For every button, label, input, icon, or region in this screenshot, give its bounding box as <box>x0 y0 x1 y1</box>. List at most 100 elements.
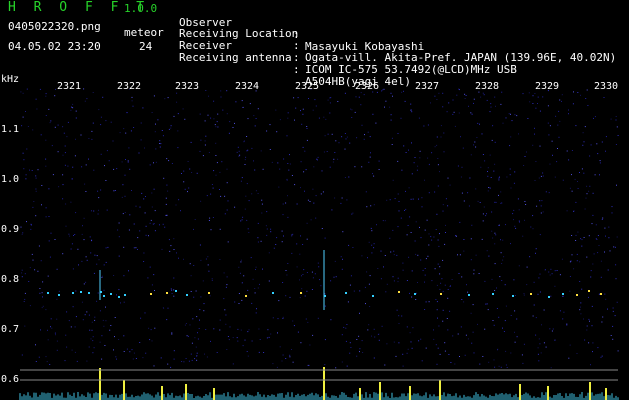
noise-dot <box>378 169 380 170</box>
noise-dot <box>97 190 99 192</box>
noise-dot <box>34 269 36 271</box>
noise-dot <box>487 309 489 311</box>
noise-dot <box>58 290 60 292</box>
noise-dot <box>24 325 26 327</box>
noise-dot <box>433 236 435 238</box>
noise-dot <box>55 88 56 90</box>
noise-dot <box>527 118 529 119</box>
noise-dot <box>601 321 603 323</box>
noise-dot <box>99 341 101 343</box>
noise-dot <box>440 282 442 284</box>
noise-dot <box>105 120 107 122</box>
noise-dot <box>286 135 288 137</box>
noise-dot <box>587 105 589 106</box>
noise-dot <box>141 192 143 194</box>
noise-dot <box>407 225 409 226</box>
noise-dot <box>214 124 216 126</box>
noise-dot <box>54 239 56 240</box>
noise-dot <box>104 165 105 167</box>
noise-dot <box>315 217 317 219</box>
noise-dot <box>414 157 416 158</box>
noise-dot <box>383 266 384 268</box>
noise-dot <box>437 263 439 265</box>
noise-dot <box>306 128 308 129</box>
noise-dot <box>500 202 502 204</box>
noise-dot <box>488 255 490 257</box>
noise-dot <box>534 133 535 135</box>
noise-dot <box>189 263 191 265</box>
noise-dot <box>580 313 582 315</box>
noise-dot <box>226 209 228 211</box>
noise-dot <box>167 190 169 192</box>
noise-dot <box>439 353 441 355</box>
noise-dot <box>261 199 263 201</box>
noise-dot <box>83 217 85 219</box>
noise-dot <box>436 284 438 286</box>
noise-dot <box>411 347 413 349</box>
noise-dot <box>431 152 433 154</box>
noise-dot <box>470 312 472 314</box>
noise-dot <box>92 92 94 93</box>
noise-dot <box>569 290 571 292</box>
noise-dot <box>396 309 398 311</box>
noise-dot <box>194 219 196 220</box>
noise-dot <box>500 103 502 105</box>
noise-dot <box>118 339 120 340</box>
noise-dot <box>185 358 187 359</box>
noise-dot <box>56 349 58 351</box>
noise-dot <box>437 239 439 241</box>
noise-dot <box>21 125 23 127</box>
noise-dot <box>209 217 211 219</box>
noise-dot <box>542 172 544 174</box>
noise-dot <box>433 338 435 340</box>
noise-dot <box>440 125 442 127</box>
noise-dot <box>410 198 412 200</box>
noise-dot <box>502 327 503 329</box>
noise-dot <box>610 335 612 336</box>
noise-dot <box>133 352 135 354</box>
noise-dot <box>129 351 131 353</box>
noise-dot <box>390 114 392 116</box>
noise-dot <box>355 96 357 98</box>
noise-dot <box>354 111 356 113</box>
noise-dot <box>422 269 424 271</box>
noise-dot <box>604 227 606 229</box>
noise-dot <box>188 360 190 362</box>
noise-dot <box>518 220 520 222</box>
noise-dot <box>302 108 304 110</box>
noise-dot <box>612 310 614 312</box>
noise-dot <box>101 335 103 337</box>
noise-dot <box>454 125 456 127</box>
noise-dot <box>282 282 284 283</box>
noise-dot <box>22 232 24 234</box>
noise-dot <box>569 344 571 346</box>
noise-dot <box>93 169 95 171</box>
noise-dot <box>123 301 125 303</box>
noise-dot <box>370 227 372 229</box>
noise-dot <box>421 360 423 362</box>
noise-dot <box>514 341 516 343</box>
noise-dot <box>487 167 489 169</box>
noise-dot <box>23 159 25 161</box>
noise-dot <box>203 310 205 312</box>
noise-dot <box>485 303 487 305</box>
noise-dot <box>492 320 494 321</box>
noise-dot <box>83 88 85 90</box>
noise-dot <box>165 214 167 216</box>
noise-dot <box>608 237 610 239</box>
noise-dot <box>436 301 438 303</box>
noise-dot <box>561 94 563 96</box>
echo-mark <box>118 296 120 298</box>
noise-dot <box>539 234 541 236</box>
noise-dot <box>49 122 51 124</box>
noise-dot <box>614 315 616 317</box>
noise-dot <box>168 160 170 162</box>
noise-dot <box>138 152 140 154</box>
noise-dot <box>277 332 278 334</box>
noise-dot <box>199 113 201 115</box>
noise-dot <box>227 200 229 202</box>
noise-dot <box>289 296 291 298</box>
noise-dot <box>552 154 553 156</box>
noise-dot <box>236 337 238 339</box>
noise-dot <box>550 367 552 369</box>
